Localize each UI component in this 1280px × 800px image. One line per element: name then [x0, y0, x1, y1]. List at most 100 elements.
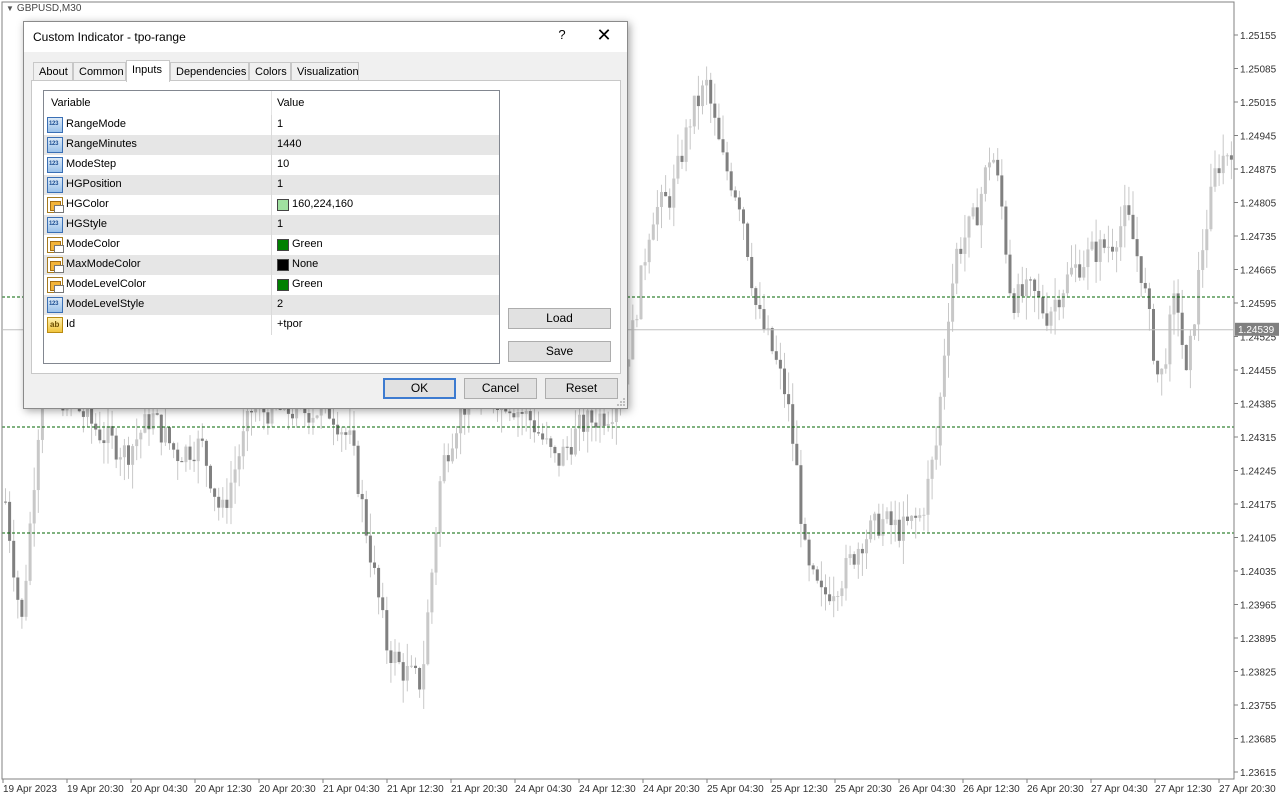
candle-body — [172, 443, 176, 450]
ok-button[interactable]: OK — [383, 378, 456, 399]
close-icon[interactable]: ✕ — [594, 25, 614, 47]
candle-body — [1201, 250, 1205, 270]
grid-header: Variable Value — [44, 91, 499, 115]
input-variable-name: Id — [66, 318, 76, 330]
input-variable-name: ModeStep — [66, 158, 117, 170]
input-row-hgposition[interactable]: HGPosition 1 — [44, 175, 499, 195]
inputs-grid[interactable]: Variable Value RangeMode 1 RangeMinutes 144… — [43, 90, 500, 364]
input-row-modestep[interactable]: ModeStep 10 — [44, 155, 499, 175]
candle-body — [660, 191, 663, 207]
price-label: 1.24315 — [1240, 433, 1277, 444]
number-icon — [47, 177, 63, 193]
candle-body — [664, 191, 668, 197]
input-row-modelevelstyle[interactable]: ModeLevelStyle 2 — [44, 295, 499, 315]
input-row-rangeminutes[interactable]: RangeMinutes 1440 — [44, 135, 499, 155]
candle-body — [750, 256, 754, 289]
candle-body — [1041, 297, 1045, 314]
input-row-rangemode[interactable]: RangeMode 1 — [44, 115, 499, 135]
candle-body — [381, 597, 385, 611]
tab-inputs[interactable]: Inputs — [126, 60, 170, 82]
tab-visualization[interactable]: Visualization — [291, 62, 359, 81]
cancel-button[interactable]: Cancel — [464, 378, 537, 399]
resize-grip-icon[interactable] — [616, 397, 626, 407]
price-label: 1.25015 — [1240, 98, 1277, 109]
candle-body — [1188, 335, 1192, 371]
column-header-value[interactable]: Value — [277, 97, 304, 109]
candle-body — [1127, 205, 1131, 215]
candle-body — [758, 304, 762, 310]
dialog-titlebar[interactable]: Custom Indicator - tpo-range ? ✕ — [24, 22, 627, 52]
candle-body — [676, 155, 680, 179]
candle-body — [610, 422, 614, 425]
help-icon[interactable]: ? — [554, 27, 570, 45]
candle-body — [545, 438, 549, 440]
input-row-modecolor[interactable]: ModeColor Green — [44, 235, 499, 255]
candle-body — [229, 482, 233, 508]
input-row-hgcolor[interactable]: HGColor 160,224,160 — [44, 195, 499, 215]
candle-body — [414, 665, 417, 669]
tab-colors[interactable]: Colors — [249, 62, 291, 81]
input-value[interactable]: None — [292, 258, 318, 270]
input-value[interactable]: Green — [292, 278, 323, 290]
input-variable-name: HGPosition — [66, 178, 122, 190]
input-value[interactable]: 160,224,160 — [292, 198, 353, 210]
candle-body — [245, 410, 249, 432]
candle-body — [1074, 264, 1078, 268]
input-row-maxmodecolor[interactable]: MaxModeColor None — [44, 255, 499, 275]
candle-body — [336, 424, 340, 435]
candle-body — [393, 651, 397, 663]
candle-body — [102, 440, 106, 444]
input-value[interactable]: Green — [292, 238, 323, 250]
tab-about[interactable]: About — [33, 62, 73, 81]
reset-button[interactable]: Reset — [545, 378, 618, 399]
candle-body — [434, 532, 438, 573]
column-header-variable[interactable]: Variable — [51, 97, 91, 109]
candle-body — [967, 216, 971, 238]
time-label: 26 Apr 12:30 — [963, 784, 1020, 795]
candle-body — [1164, 364, 1168, 369]
input-variable-name: RangeMinutes — [66, 138, 137, 150]
candle-body — [8, 501, 12, 541]
price-label: 1.23685 — [1240, 735, 1277, 746]
input-value[interactable]: 1 — [277, 118, 283, 130]
candle-body — [1209, 186, 1213, 230]
candle-body — [200, 438, 204, 441]
candle-body — [196, 438, 200, 462]
price-label: 1.24035 — [1240, 567, 1277, 578]
input-value[interactable]: 1440 — [277, 138, 301, 150]
candle-body — [344, 432, 348, 435]
input-value[interactable]: 10 — [277, 158, 289, 170]
candle-body — [307, 413, 311, 423]
input-value[interactable]: 1 — [277, 218, 283, 230]
row-column-separator — [271, 315, 272, 335]
candle-body — [1082, 267, 1086, 278]
color-icon — [47, 197, 64, 213]
input-value[interactable]: 1 — [277, 178, 283, 190]
input-row-id[interactable]: Id +tpor — [44, 315, 499, 335]
candle-body — [135, 439, 139, 447]
price-label: 1.23895 — [1240, 634, 1277, 645]
candle-body — [397, 651, 401, 663]
candle-body — [606, 424, 610, 426]
input-value[interactable]: +tpor — [277, 318, 302, 330]
custom-indicator-dialog: Custom Indicator - tpo-range ? ✕ About C… — [23, 21, 628, 409]
candle-body — [1016, 284, 1020, 313]
candle-body — [348, 430, 352, 435]
input-row-modelevelcolor[interactable]: ModeLevelColor Green — [44, 275, 499, 295]
candle-body — [389, 650, 393, 663]
candle-body — [721, 139, 725, 153]
candle-body — [1156, 360, 1160, 375]
price-label: 1.24455 — [1240, 366, 1277, 377]
save-button[interactable]: Save — [508, 341, 611, 362]
load-button[interactable]: Load — [508, 308, 611, 329]
input-value[interactable]: 2 — [277, 298, 283, 310]
row-column-separator — [271, 275, 272, 295]
collapse-triangle-icon[interactable]: ▼ — [6, 4, 14, 13]
input-row-hgstyle[interactable]: HGStyle 1 — [44, 215, 499, 235]
candle-body — [947, 321, 950, 356]
tab-dependencies[interactable]: Dependencies — [170, 62, 249, 81]
candle-body — [791, 404, 795, 444]
tab-common[interactable]: Common — [73, 62, 126, 81]
number-icon — [47, 157, 63, 173]
candle-body — [422, 664, 426, 690]
